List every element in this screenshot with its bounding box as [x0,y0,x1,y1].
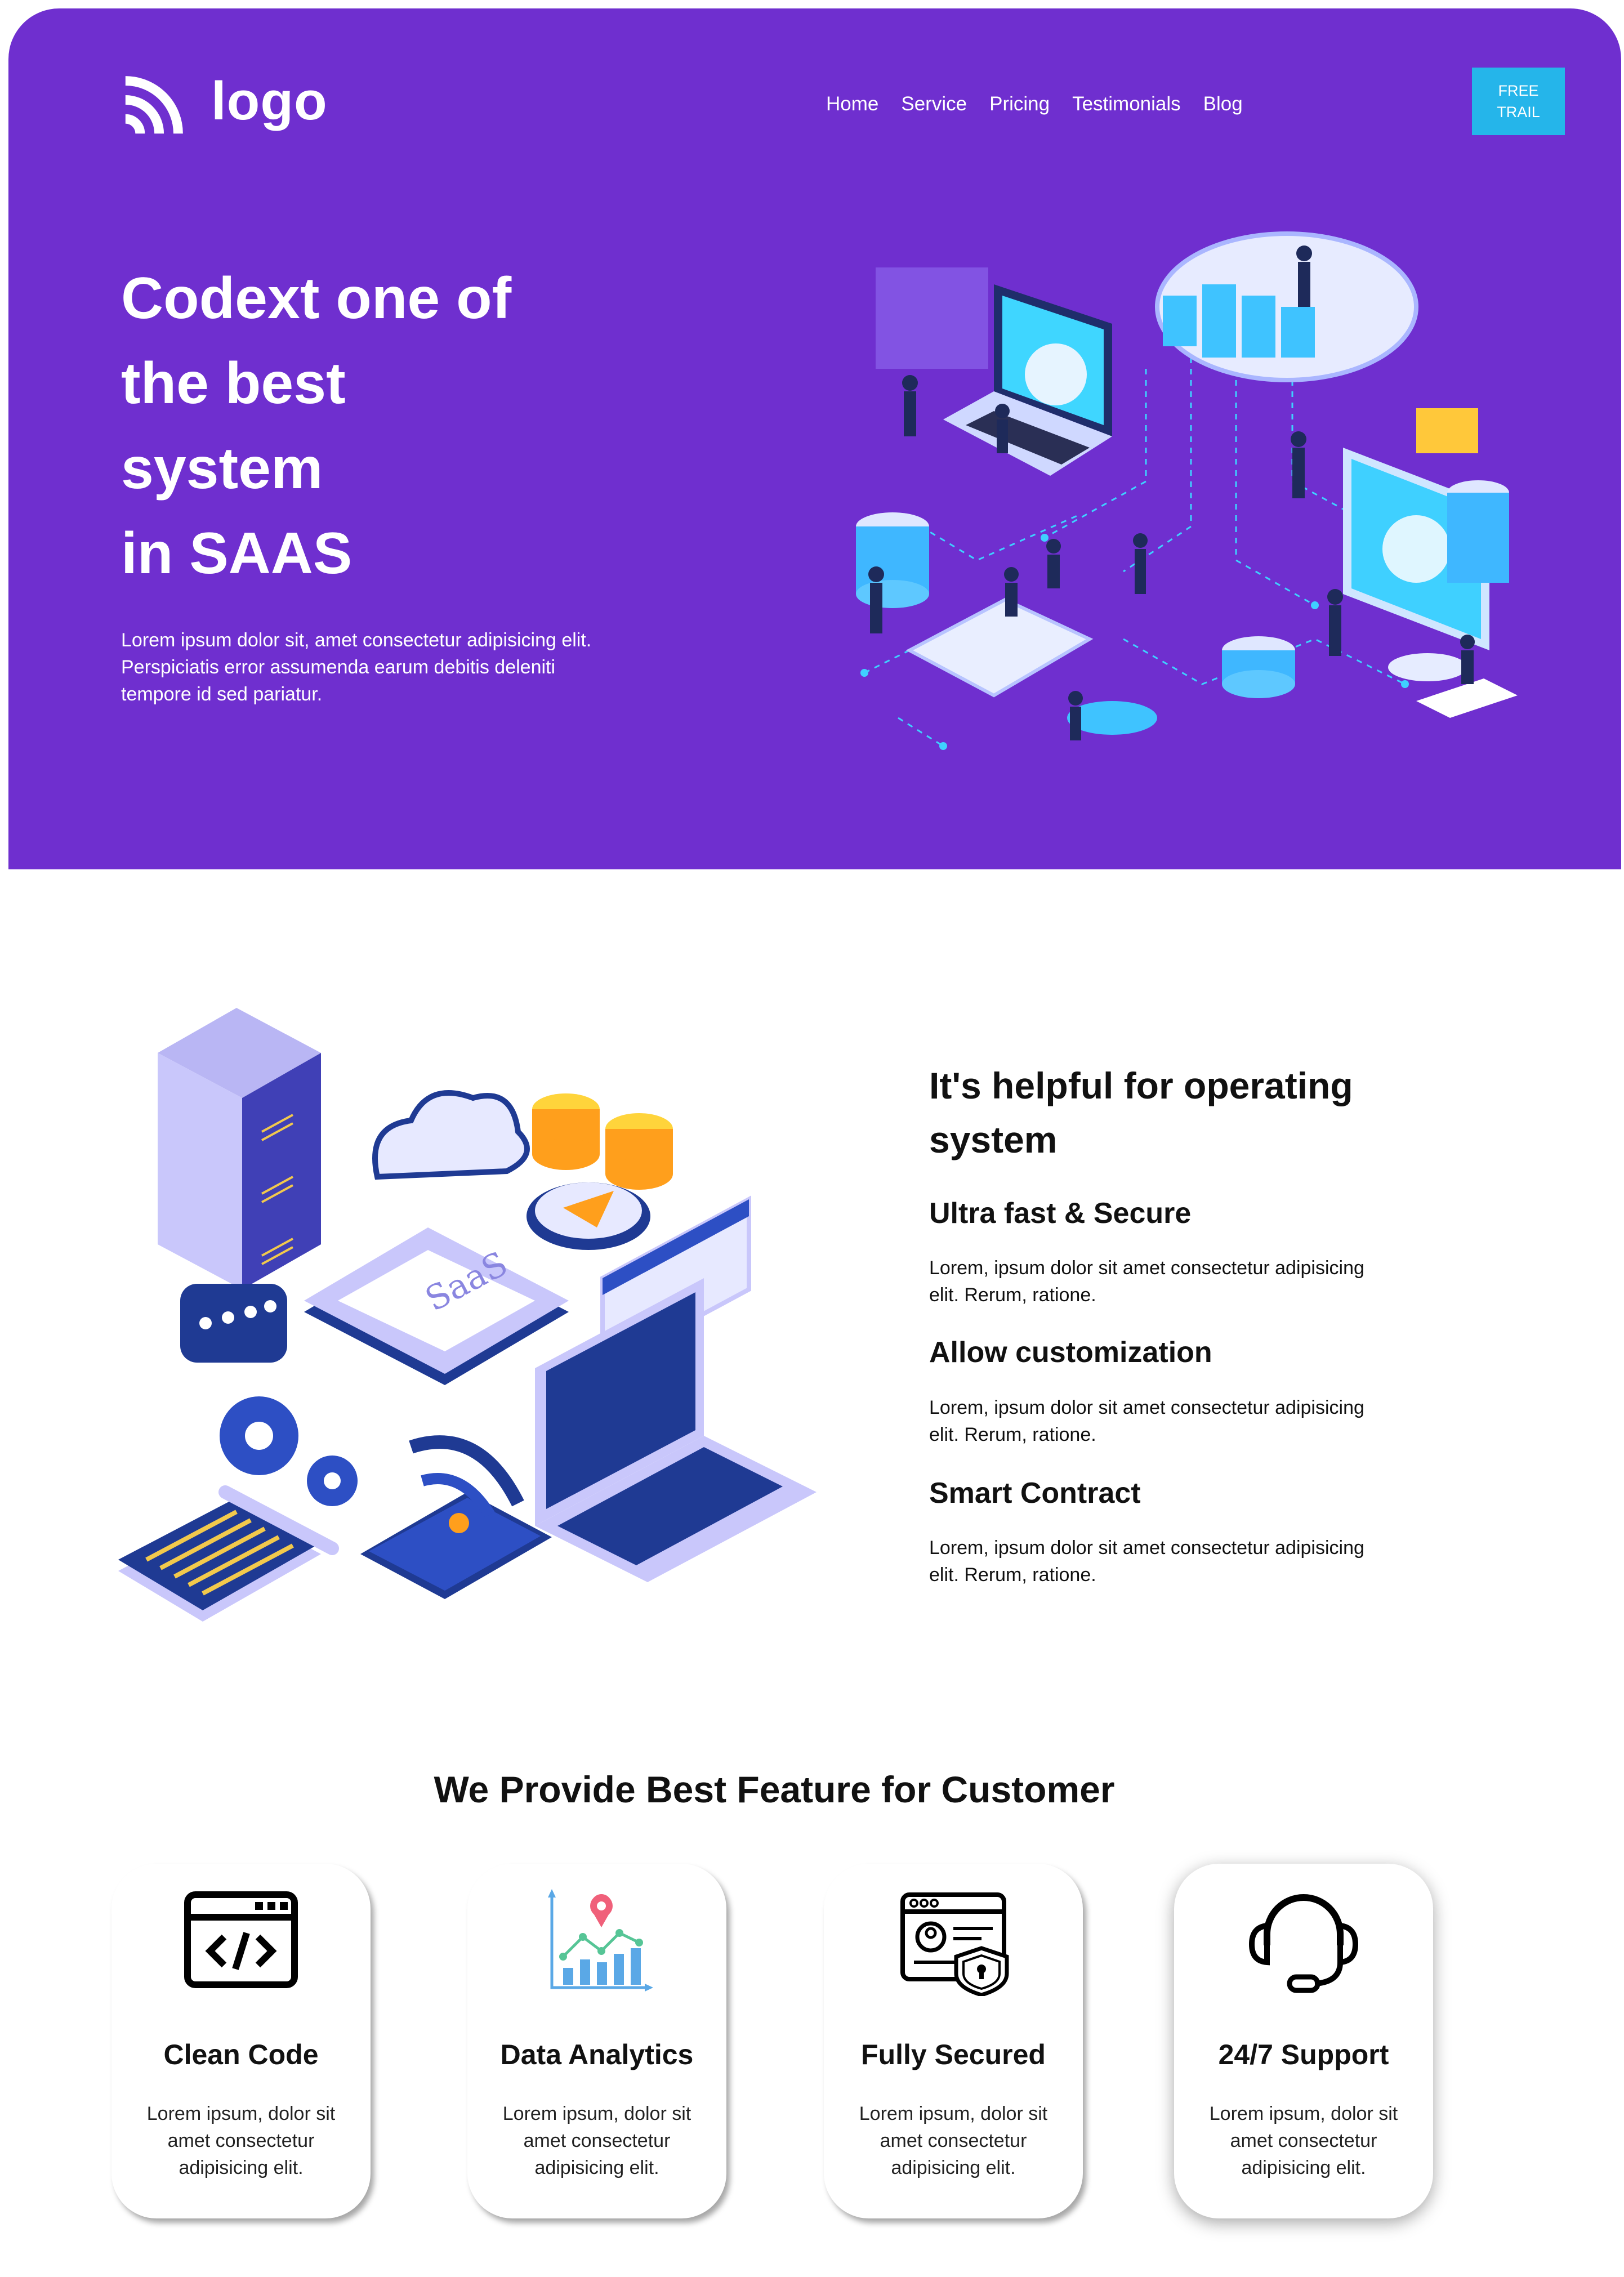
service-card-fully-secured[interactable]: Fully Secured Lorem ipsum, dolor sit ame… [824,1864,1083,2218]
hero-network-illustration [856,231,1518,750]
feature-title-fast-secure: Ultra fast & Secure [929,1197,1192,1230]
card-title: Fully Secured [861,2039,1046,2070]
feature-desc-smart-contract: Lorem, ipsum dolor sit amet consectetur … [929,1537,1364,1586]
card-description: Lorem ipsum, dolor sit amet consectetur … [502,2103,691,2178]
secure-profile-icon [900,1892,1009,1996]
nav-testimonials[interactable]: Testimonials [1072,93,1181,115]
nav-home[interactable]: Home [826,93,878,115]
code-window-icon [184,1891,298,1988]
feature-desc-fast-secure: Lorem, ipsum dolor sit amet consectetur … [929,1257,1364,1306]
logo-text: logo [211,71,328,131]
card-title: Data Analytics [500,2039,694,2070]
analytics-chart-icon [548,1889,653,1992]
feature-desc-customization: Lorem, ipsum dolor sit amet consectetur … [929,1397,1364,1445]
card-title: Clean Code [163,2039,319,2070]
logo-arcs-icon [125,76,183,134]
card-title: 24/7 Support [1218,2039,1389,2070]
hero-description: Lorem ipsum dolor sit, amet consectetur … [121,629,592,705]
headset-icon [1248,1894,1359,1993]
card-description: Lorem ipsum, dolor sit amet consectetur … [1209,2103,1398,2178]
nav-pricing[interactable]: Pricing [989,93,1050,115]
service-card-clean-code[interactable]: Clean Code Lorem ipsum, dolor sit amet c… [111,1864,371,2218]
feature-title-smart-contract: Smart Contract [929,1477,1141,1510]
free-trial-button[interactable]: FREE TRAIL [1472,68,1565,135]
main-nav: Home Service Pricing Testimonials Blog [826,93,1265,115]
saas-illustration: SaaS [118,1008,817,1622]
service-card-data-analytics[interactable]: Data Analytics Lorem ipsum, dolor sit am… [467,1864,726,2218]
hero-section: logo Home Service Pricing Testimonials B… [8,8,1621,869]
nav-blog[interactable]: Blog [1203,93,1243,115]
hero-title: Codext one of the best system in SAAS [121,266,512,586]
service-card-support[interactable]: 24/7 Support Lorem ipsum, dolor sit amet… [1174,1864,1433,2218]
nav-service[interactable]: Service [901,93,967,115]
feature-title-customization: Allow customization [929,1336,1212,1369]
features-title: It's helpful for operating system [929,1065,1353,1160]
brand-logo[interactable]: logo [121,62,328,141]
card-description: Lorem ipsum, dolor sit amet consectetur … [146,2103,336,2178]
services-title: We Provide Best Feature for Customer [434,1769,1115,1810]
card-description: Lorem ipsum, dolor sit amet consectetur … [859,2103,1048,2178]
